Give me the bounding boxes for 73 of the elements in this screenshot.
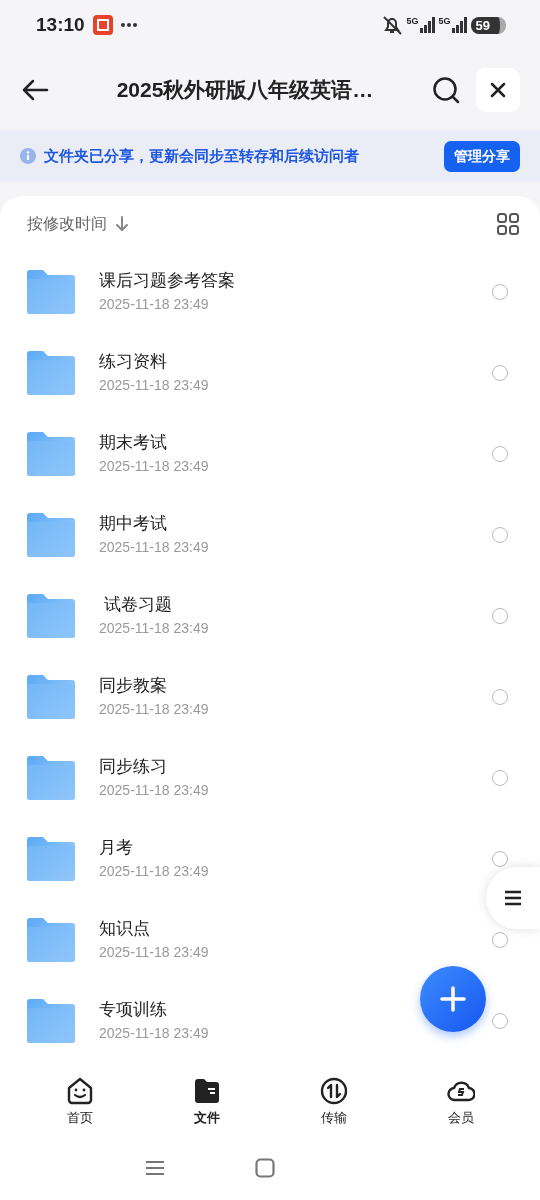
modified-date: 2025-11-18 23:49 <box>99 780 209 800</box>
folder-name: 期末考试 <box>99 432 167 455</box>
close-icon <box>490 82 506 98</box>
folder-icon <box>27 674 75 719</box>
menu-icon <box>504 890 522 906</box>
select-checkbox[interactable] <box>492 445 508 462</box>
folder-icon <box>27 431 75 476</box>
folder-icon <box>27 593 75 638</box>
system-home-icon[interactable] <box>255 1158 275 1178</box>
grid-view-button[interactable] <box>496 211 520 236</box>
search-button[interactable] <box>432 76 460 104</box>
plus-icon <box>440 986 466 1012</box>
modified-date: 2025-11-18 23:49 <box>99 1023 209 1043</box>
nav-tab[interactable]: 首页 <box>39 1075 120 1129</box>
battery-indicator: 59 <box>470 16 506 34</box>
status-time: 13:10 <box>36 12 85 37</box>
modified-date: 2025-11-18 23:49 <box>99 537 209 557</box>
select-checkbox[interactable] <box>492 1012 508 1029</box>
folder-icon <box>27 836 75 881</box>
signal-icon <box>450 17 467 33</box>
folder-name: 同步教案 <box>99 675 167 698</box>
folder-name: 课后习题参考答案 <box>99 270 235 293</box>
down-arrow-icon <box>115 215 129 232</box>
select-checkbox[interactable] <box>492 607 508 624</box>
modified-date: 2025-11-18 23:49 <box>99 456 209 476</box>
search-icon <box>432 76 460 104</box>
nav-tab[interactable]: 文件 <box>166 1075 247 1129</box>
folder-name: 同步练习 <box>99 756 167 779</box>
folder-icon <box>27 512 75 557</box>
nav-tab[interactable]: 会员 <box>420 1075 501 1129</box>
mute-icon <box>380 15 403 35</box>
info-icon <box>20 148 36 164</box>
modified-date: 2025-11-18 23:49 <box>99 861 209 881</box>
grid-view-icon <box>496 211 520 236</box>
network-label: 5G <box>406 17 419 26</box>
transfer-arrows-icon <box>319 1076 348 1107</box>
modified-date: 2025-11-18 23:49 <box>99 942 209 962</box>
modified-date: 2025-11-18 23:49 <box>99 294 209 314</box>
folder-icon <box>27 998 75 1043</box>
signal-icon <box>418 17 435 33</box>
page-title: 2025秋外研版八年级英语… <box>116 78 374 102</box>
folder-icon <box>27 350 75 395</box>
select-checkbox[interactable] <box>492 688 508 705</box>
folder-icon <box>27 269 75 314</box>
sort-button[interactable]: 按修改时间 <box>27 211 129 236</box>
network-label: 5G <box>438 17 451 26</box>
select-checkbox[interactable] <box>492 526 508 543</box>
folder-name: 专项训练 <box>99 999 167 1022</box>
select-checkbox[interactable] <box>492 769 508 786</box>
system-menu-icon[interactable] <box>145 1160 165 1176</box>
close-button[interactable] <box>476 68 520 112</box>
modified-date: 2025-11-18 23:49 <box>99 699 209 719</box>
smiley-house-icon <box>65 1076 94 1107</box>
back-button[interactable] <box>20 78 50 102</box>
modified-date: 2025-11-18 23:49 <box>99 375 209 395</box>
back-icon <box>20 78 50 102</box>
modified-date: 2025-11-18 23:49 <box>99 618 209 638</box>
folder-name: 练习资料 <box>99 351 167 374</box>
more-icon <box>120 22 137 28</box>
folder-icon <box>27 917 75 962</box>
folder-name: 试卷习题 <box>102 594 172 617</box>
folder-name: 月考 <box>99 837 133 860</box>
select-checkbox[interactable] <box>492 850 508 867</box>
manage-share-button[interactable]: 管理分享 <box>444 140 520 172</box>
select-checkbox[interactable] <box>492 364 508 381</box>
folder-icon <box>27 755 75 800</box>
select-checkbox[interactable] <box>492 931 508 948</box>
app-icon <box>92 15 113 35</box>
folder-name: 期中考试 <box>99 513 167 536</box>
share-notice: 文件夹已分享，更新会同步至转存和后续访问者 <box>44 145 360 166</box>
nav-tab[interactable]: 传输 <box>293 1075 374 1129</box>
folder-name: 知识点 <box>99 918 150 941</box>
select-checkbox[interactable] <box>492 283 508 300</box>
